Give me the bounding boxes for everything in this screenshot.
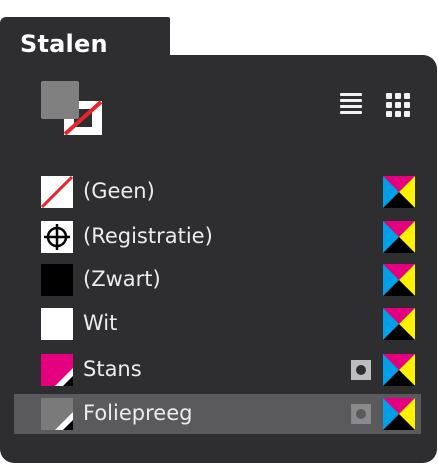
cmyk-mode-icon — [383, 354, 415, 386]
fill-stroke-preview[interactable] — [41, 81, 107, 139]
spot-color-icon — [351, 404, 371, 424]
swatch-label: Foliepreeg — [83, 401, 193, 425]
swatch-label: Wit — [83, 311, 118, 335]
swatch-label: (Zwart) — [83, 267, 161, 291]
black-swatch-icon — [41, 264, 73, 296]
cmyk-mode-icon — [383, 221, 415, 253]
cmyk-mode-icon — [383, 176, 415, 208]
swatch-row-foliepreeg[interactable]: Foliepreeg — [14, 394, 421, 434]
fill-color-swatch[interactable] — [41, 81, 79, 119]
stans-swatch-icon — [41, 354, 73, 386]
none-swatch-icon — [40, 175, 74, 209]
swatch-row-black[interactable]: (Zwart) — [14, 260, 421, 300]
swatch-label: (Registratie) — [83, 224, 213, 248]
swatch-label: (Geen) — [83, 179, 155, 203]
cmyk-mode-icon — [383, 398, 415, 430]
swatch-row-white[interactable]: Wit — [14, 304, 421, 344]
foliepreeg-swatch-icon — [41, 398, 73, 430]
spot-color-icon — [351, 360, 371, 380]
cmyk-mode-icon — [383, 308, 415, 340]
swatch-label: Stans — [83, 357, 142, 381]
swatch-row-registration[interactable]: (Registratie) — [14, 217, 421, 257]
swatch-row-stans[interactable]: Stans — [14, 350, 421, 390]
panel-title: Stalen — [20, 30, 108, 58]
swatch-row-none[interactable]: (Geen) — [14, 172, 421, 212]
cmyk-mode-icon — [383, 264, 415, 296]
registration-swatch-icon — [41, 221, 73, 253]
grid-view-icon[interactable] — [383, 90, 413, 120]
list-view-icon[interactable] — [336, 90, 366, 120]
white-swatch-icon — [41, 308, 73, 340]
